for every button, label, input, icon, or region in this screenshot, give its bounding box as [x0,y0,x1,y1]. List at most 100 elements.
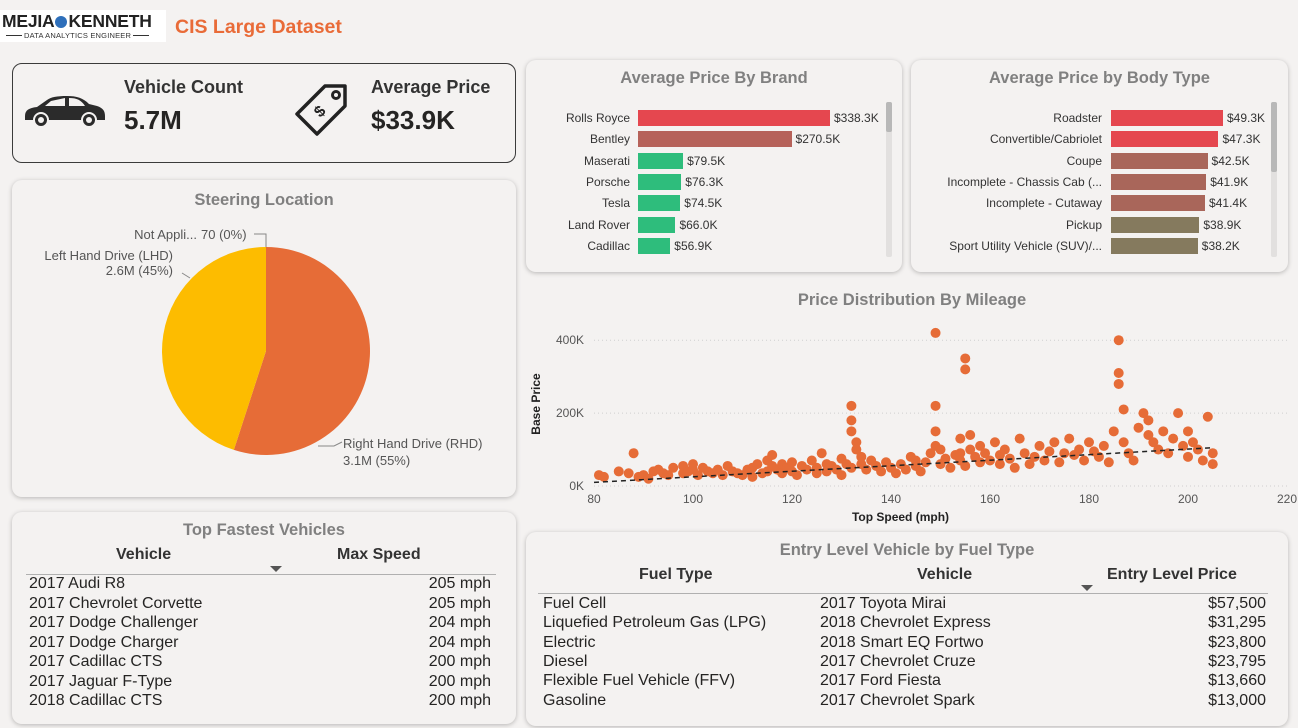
scatter-point[interactable] [688,459,698,470]
scatter-point[interactable] [955,433,966,444]
body-type-bar[interactable] [1111,173,1207,190]
body-type-bar[interactable] [1111,195,1206,212]
scatter-point[interactable] [1202,411,1213,422]
scatter-point[interactable] [836,470,847,481]
scatter-point[interactable] [1192,444,1203,455]
scatter-point[interactable] [1064,433,1075,444]
brand-bar-row[interactable]: Maserati $79.5K [526,152,876,170]
column-header-vehicle[interactable]: Vehicle [917,566,972,584]
brand-bar-row[interactable]: Land Rover $66.0K [526,216,876,234]
scatter-point[interactable] [1103,457,1114,468]
brand-bar[interactable] [638,216,676,233]
body-type-bar[interactable] [1111,131,1219,148]
scatter-point[interactable] [890,468,901,479]
scatter-point[interactable] [1118,404,1129,415]
scatter-point[interactable] [752,459,763,470]
brand-bar[interactable] [638,195,681,212]
body-type-bar-row[interactable]: Coupe $42.5K [911,152,1261,170]
body-type-bar[interactable] [1111,237,1198,254]
scatter-point[interactable] [1153,444,1164,455]
brand-bar-row[interactable]: Tesla $74.5K [526,195,876,212]
scatter-point[interactable] [1074,444,1085,455]
scatter-point[interactable] [846,426,857,437]
brand-bar-row[interactable]: Cadillac $56.9K [526,237,876,255]
scatter-point[interactable] [1079,455,1090,466]
brand-bar[interactable] [638,110,830,126]
scatter-point[interactable] [1014,433,1025,444]
brand-bar[interactable] [638,173,682,190]
scatter-point[interactable] [960,460,971,471]
scatter-point[interactable] [1183,451,1193,462]
scatter-point[interactable] [1108,426,1119,437]
scatter-point[interactable] [1098,440,1109,451]
scatter-point[interactable] [861,464,872,475]
scatter-point[interactable] [628,448,639,459]
scatter-point[interactable] [1009,462,1020,473]
scatter-point[interactable] [668,462,679,473]
scatter-point[interactable] [965,429,976,440]
scatter-point[interactable] [1113,335,1124,346]
scatter-point[interactable] [960,353,971,364]
brand-bar-row[interactable]: Porsche $76.3K [526,173,876,191]
scatter-point[interactable] [846,415,857,426]
scatter-point[interactable] [945,462,956,473]
scatter-point[interactable] [900,464,911,475]
scatter-point[interactable] [1133,422,1144,433]
body-type-bar-row[interactable]: Incomplete - Cutaway $41.4K [911,195,1261,212]
scatter-point[interactable] [975,457,986,468]
scatter-point[interactable] [930,400,941,411]
scatter-point[interactable] [1113,378,1124,389]
brand-bar[interactable] [638,152,684,169]
body-type-bar-row[interactable]: Incomplete - Chassis Cab (... $41.9K [911,173,1261,191]
scatter-point[interactable] [994,459,1005,470]
sort-descending-icon[interactable] [270,566,282,572]
scatter-point[interactable] [930,426,941,437]
scatter-point[interactable] [623,468,634,479]
column-header-vehicle[interactable]: Vehicle [116,546,171,564]
scatter-point[interactable] [915,466,926,477]
scatter-point[interactable] [1093,451,1104,462]
scatter-point[interactable] [1084,437,1094,448]
brand-bar[interactable] [638,131,792,148]
scatter-point[interactable] [787,457,797,468]
scatter-point[interactable] [1034,440,1045,451]
scatter-point[interactable] [598,471,609,482]
body-type-bar-row[interactable]: Sport Utility Vehicle (SUV)/... $38.2K [911,237,1261,255]
column-header-fuel-type[interactable]: Fuel Type [639,566,713,584]
scatter-point[interactable] [1158,426,1169,437]
scatter-point[interactable] [1044,446,1055,457]
body-type-bar[interactable] [1111,152,1208,169]
scatter-point[interactable] [920,457,931,468]
scatter-point[interactable] [767,450,778,461]
scatter-point[interactable] [1168,433,1179,444]
scatter-point[interactable] [1019,448,1030,459]
scatter-point[interactable] [1118,437,1129,448]
scatter-point[interactable] [1197,455,1208,466]
scatter-point[interactable] [1207,459,1218,470]
scatter-point[interactable] [1173,408,1184,419]
brand-bar-row[interactable]: Bentley $270.5K [526,131,876,148]
scatter-point[interactable] [1128,455,1139,466]
scatter-point[interactable] [613,466,624,477]
scatter-point[interactable] [930,327,941,338]
scatter-point[interactable] [999,444,1010,455]
body-type-bar[interactable] [1111,110,1223,126]
scatter-point[interactable] [1049,437,1060,448]
body-type-bar-row[interactable]: Convertible/Cabriolet $47.3K [911,131,1261,148]
body-type-bar[interactable] [1111,216,1200,233]
brand-scroll-thumb[interactable] [886,102,892,132]
sort-descending-icon[interactable] [1081,585,1093,591]
scatter-point[interactable] [816,448,827,459]
scatter-point[interactable] [1183,426,1193,437]
brand-bar[interactable] [638,237,671,254]
scatter-point[interactable] [960,364,971,375]
scatter-point[interactable] [876,466,887,477]
scatter-point[interactable] [935,444,946,455]
body-type-bar-row[interactable]: Roadster $49.3K [911,110,1265,127]
scatter-point[interactable] [1143,415,1154,426]
scatter-point[interactable] [1113,368,1124,379]
scatter-point[interactable] [846,400,857,411]
column-header-entry-price[interactable]: Entry Level Price [1107,566,1237,584]
column-header-max-speed[interactable]: Max Speed [337,546,421,564]
scatter-point[interactable] [989,437,1000,448]
